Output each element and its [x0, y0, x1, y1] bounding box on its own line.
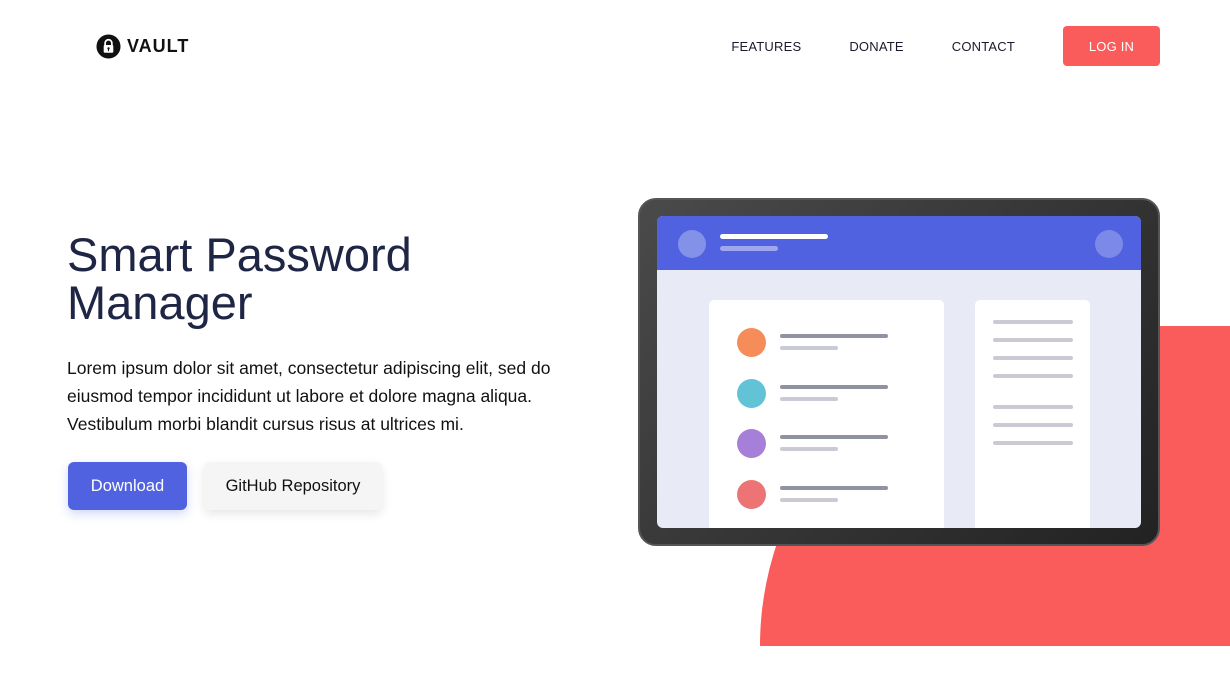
list-item-line: [780, 334, 888, 338]
header-action-placeholder: [1095, 230, 1123, 258]
nav-link-donate[interactable]: DONATE: [849, 39, 903, 54]
tablet-screen: [657, 216, 1141, 528]
list-item-line: [780, 486, 888, 490]
side-card-mock: [975, 300, 1090, 528]
list-item: [737, 379, 917, 409]
list-item: [737, 328, 917, 358]
list-item-dot: [737, 379, 766, 408]
hero-actions: Download GitHub Repository: [68, 462, 382, 510]
side-line: [993, 441, 1073, 445]
side-line: [993, 405, 1073, 409]
download-button[interactable]: Download: [68, 462, 187, 510]
list-item-line: [780, 385, 888, 389]
list-item: [737, 429, 917, 459]
side-line: [993, 320, 1073, 324]
list-item-subline: [780, 447, 838, 451]
list-item: [737, 480, 917, 510]
list-item-dot: [737, 328, 766, 357]
nav-link-contact[interactable]: CONTACT: [952, 39, 1015, 54]
lock-icon: [96, 33, 121, 59]
hero-description: Lorem ipsum dolor sit amet, consectetur …: [67, 358, 551, 434]
side-line: [993, 356, 1073, 360]
nav-link-features[interactable]: FEATURES: [731, 39, 801, 54]
list-item-subline: [780, 397, 838, 401]
list-card-mock: [709, 300, 944, 528]
side-line: [993, 338, 1073, 342]
side-line: [993, 423, 1073, 427]
top-nav: FEATURES DONATE CONTACT LOG IN: [731, 26, 1160, 66]
hero-title: Smart Password Manager: [67, 228, 412, 329]
header-title-placeholder: [720, 234, 828, 239]
list-item-line: [780, 435, 888, 439]
login-button[interactable]: LOG IN: [1063, 26, 1160, 66]
list-item-dot: [737, 480, 766, 509]
list-item-subline: [780, 346, 838, 350]
app-header-mock: [657, 216, 1141, 270]
header-subtitle-placeholder: [720, 246, 778, 251]
tablet-illustration: [638, 198, 1160, 546]
brand-name: VAULT: [127, 35, 190, 56]
brand-logo[interactable]: VAULT: [96, 33, 189, 59]
side-line: [993, 374, 1073, 378]
github-repository-button[interactable]: GitHub Repository: [204, 462, 382, 510]
avatar-placeholder: [678, 230, 706, 258]
list-item-subline: [780, 498, 838, 502]
list-item-dot: [737, 429, 766, 458]
